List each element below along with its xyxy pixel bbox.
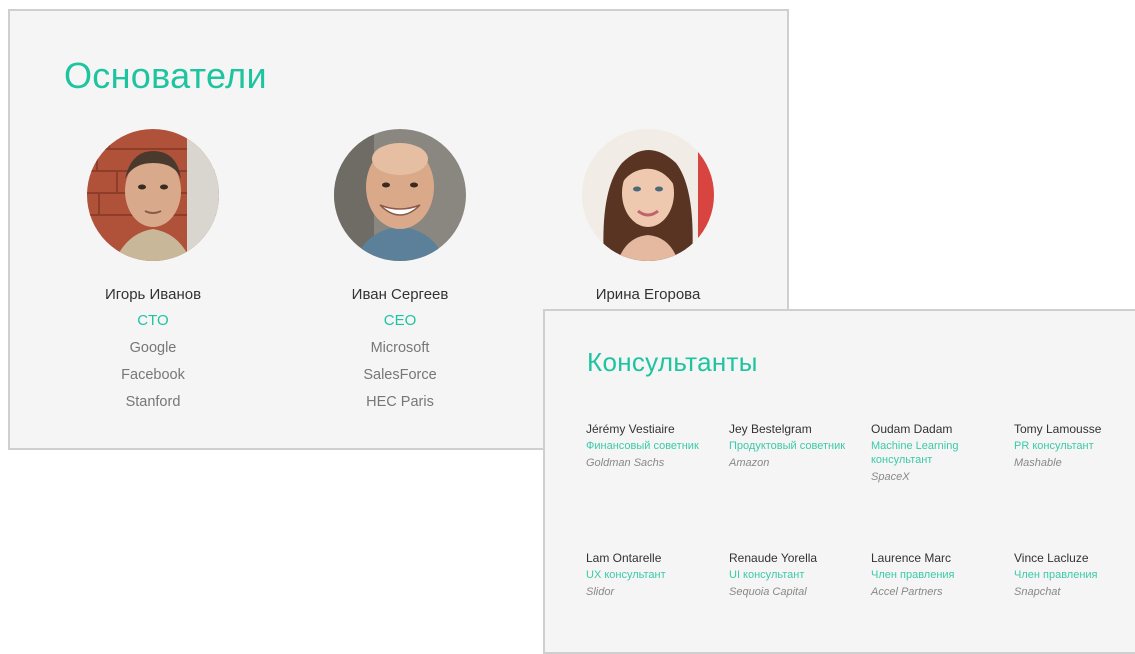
founder-background: Microsoft: [370, 340, 430, 356]
founder-card-2: Иван Сергеев CEO Microsoft SalesForce HE…: [300, 129, 500, 412]
consultant-name: Jey Bestelgram: [729, 422, 812, 436]
founder-name: Игорь Иванов: [104, 286, 202, 303]
consultants-title: Консультанты: [587, 347, 758, 377]
consultant-item: Tomy Lamousse PR консультант Mashable: [1014, 421, 1129, 470]
founder-photo-3: [582, 129, 714, 261]
founder-photo-2: [334, 129, 466, 261]
consultant-company: Sequoia Capital: [729, 586, 807, 598]
consultant-item: Oudam Dadam Machine Learning консультант…: [871, 421, 971, 484]
founder-card-3: Ирина Егорова: [548, 129, 748, 305]
consultant-name: Renaude Yorella: [729, 551, 818, 565]
consultant-item: Lam Ontarelle UX консультант Slidor: [586, 550, 721, 599]
consultant-name: Oudam Dadam: [871, 422, 953, 436]
consultant-role: Финансовый советник: [586, 440, 699, 452]
consultant-name: Lam Ontarelle: [586, 551, 662, 565]
founder-photo-1: [87, 129, 219, 261]
consultant-role: Член правления: [1014, 569, 1098, 581]
consultant-name: Jérémy Vestiaire: [586, 422, 675, 436]
consultants-card: Консультанты Jérémy Vestiaire Финансовый…: [543, 309, 1135, 654]
consultant-item: Renaude Yorella UI консультант Sequoia C…: [729, 550, 864, 599]
consultant-name: Laurence Marc: [871, 551, 952, 565]
consultant-role: UI консультант: [729, 569, 805, 581]
founder-role: CEO: [383, 312, 417, 329]
founder-background: HEC Paris: [366, 394, 434, 410]
consultant-item: Jey Bestelgram Продуктовый советник Amaz…: [729, 421, 864, 470]
founder-role: CTO: [137, 312, 169, 329]
consultant-role: Продуктовый советник: [729, 440, 846, 452]
consultant-role: Член правления: [871, 569, 955, 581]
consultant-name: Tomy Lamousse: [1014, 422, 1102, 436]
consultant-company: Goldman Sachs: [586, 457, 665, 469]
founder-name: Иван Сергеев: [351, 286, 449, 303]
consultant-role: Machine Learning консультант: [871, 440, 959, 466]
founder-card-1: Игорь Иванов CTO Google Facebook Stanfor…: [53, 129, 253, 412]
founder-name: Ирина Егорова: [595, 286, 701, 303]
consultant-role: PR консультант: [1014, 440, 1094, 452]
consultant-name: Vince Lacluze: [1014, 551, 1089, 565]
consultant-item: Jérémy Vestiaire Финансовый советник Gol…: [586, 421, 721, 470]
consultant-item: Vince Lacluze Член правления Snapchat: [1014, 550, 1129, 599]
consultant-company: Snapchat: [1014, 586, 1061, 598]
consultant-company: Mashable: [1014, 457, 1062, 469]
founder-background: SalesForce: [363, 367, 437, 383]
consultant-company: Slidor: [586, 586, 615, 598]
consultant-item: Laurence Marc Член правления Accel Partn…: [871, 550, 1006, 599]
consultant-role: UX консультант: [586, 569, 666, 581]
consultant-company: Accel Partners: [871, 586, 943, 598]
consultant-company: Amazon: [729, 457, 770, 469]
consultant-company: SpaceX: [871, 471, 910, 483]
founder-background: Stanford: [125, 394, 181, 410]
founder-background: Google: [129, 340, 177, 356]
founder-background: Facebook: [121, 367, 185, 383]
founders-title: Основатели: [64, 55, 267, 96]
